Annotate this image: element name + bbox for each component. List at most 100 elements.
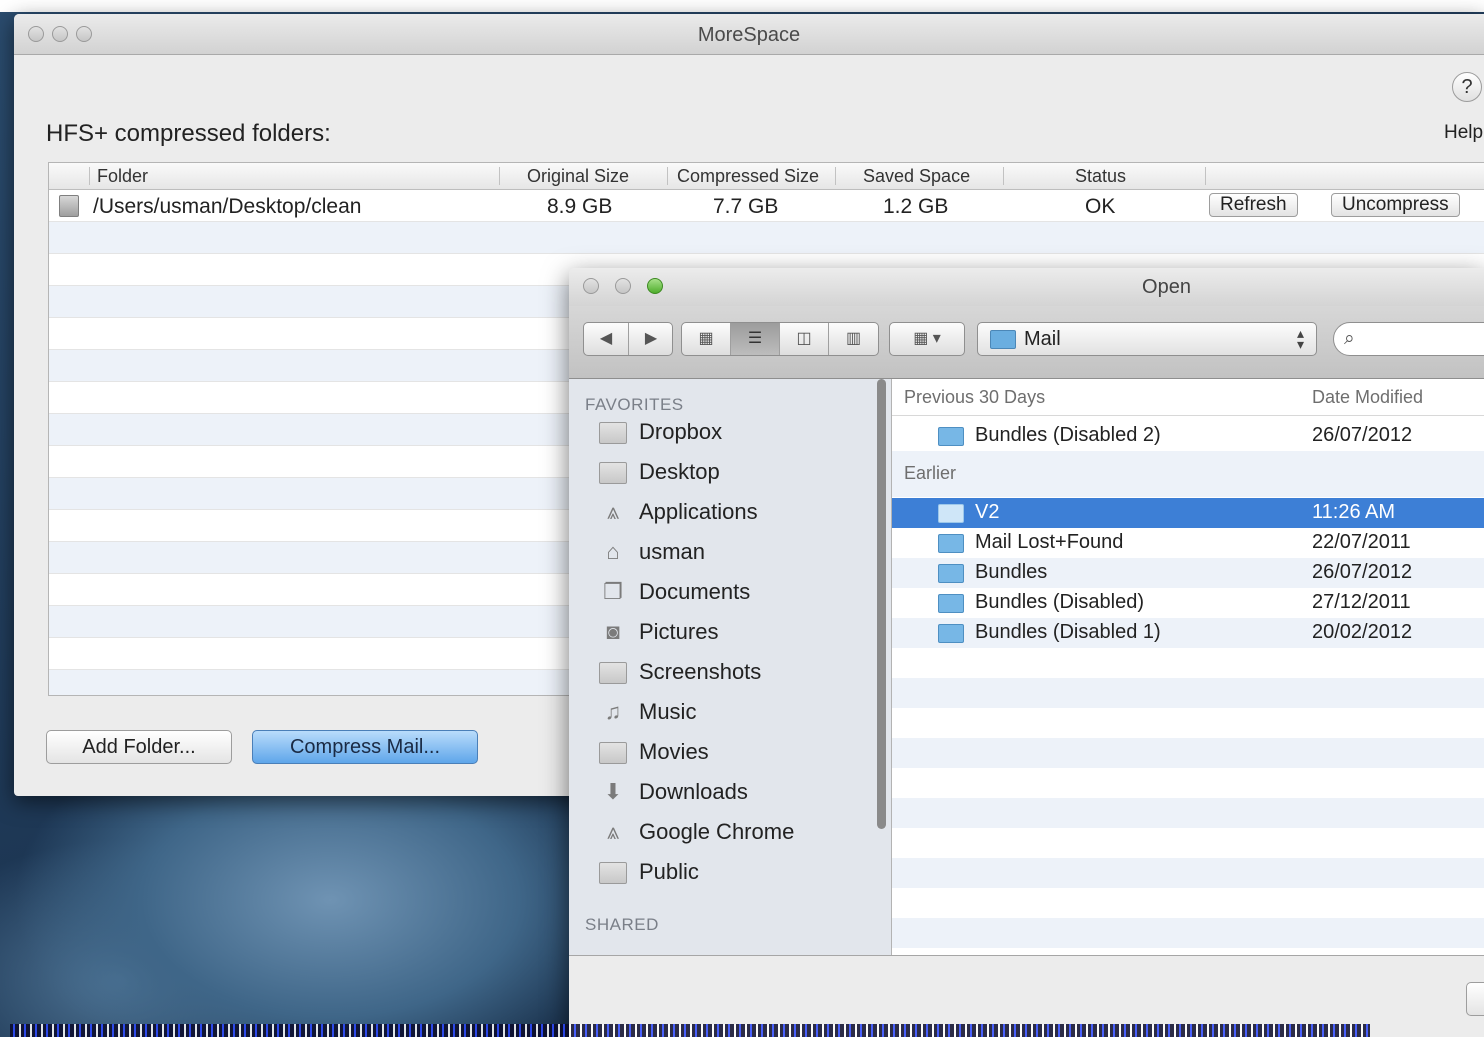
- dialog-toolbar: ◀ ▶ ▦ ☰ ◫ ▥ ▦ ▾ Mail ▴ ▾ ⌕: [569, 306, 1484, 379]
- coverflow-view-icon[interactable]: ▥: [829, 323, 878, 355]
- applications-icon: ⩓: [606, 819, 620, 844]
- download-icon: ⬇: [603, 779, 623, 804]
- arrange-icon: ▦ ▾: [913, 330, 941, 347]
- sidebar-item-downloads[interactable]: ⬇ Downloads: [585, 775, 875, 811]
- sidebar-item-dropbox[interactable]: Dropbox: [585, 415, 875, 451]
- sidebar-item-label: Downloads: [639, 779, 748, 804]
- forward-arrow-icon[interactable]: ▶: [629, 323, 673, 355]
- uncompress-button[interactable]: Uncompress: [1331, 193, 1460, 217]
- sidebar-item-applications[interactable]: ⩓ Applications: [585, 495, 875, 531]
- empty-row: [892, 648, 1484, 678]
- empty-row: [892, 858, 1484, 888]
- list-item[interactable]: Mail Lost+Found 22/07/2011: [892, 528, 1484, 558]
- column-separator: [1205, 167, 1206, 185]
- sidebar-item-movies[interactable]: Movies: [585, 735, 875, 771]
- column-separator: [1003, 167, 1004, 185]
- compress-mail-button[interactable]: Compress Mail...: [252, 730, 478, 764]
- column-separator: [667, 167, 668, 185]
- path-popup[interactable]: Mail ▴ ▾: [977, 322, 1317, 356]
- arrange-menu[interactable]: ▦ ▾: [889, 322, 965, 356]
- column-date-modified[interactable]: Date Modified: [1312, 387, 1423, 408]
- empty-row: [892, 798, 1484, 828]
- empty-row: [892, 888, 1484, 918]
- sidebar-scrollbar[interactable]: [877, 379, 886, 829]
- list-view-icon[interactable]: ☰: [731, 323, 779, 355]
- status-text: OK: [1085, 195, 1116, 218]
- refresh-button[interactable]: Refresh: [1209, 193, 1298, 217]
- sidebar-item-documents[interactable]: ❐ Documents: [585, 575, 875, 611]
- column-view-icon[interactable]: ◫: [780, 323, 828, 355]
- column-original-size[interactable]: Original Size: [527, 165, 629, 187]
- column-separator: [835, 167, 836, 185]
- folder-icon: [599, 662, 627, 684]
- column-separator: [89, 167, 90, 185]
- window-titlebar[interactable]: MoreSpace: [14, 14, 1484, 55]
- file-date: 11:26 AM: [1312, 501, 1396, 523]
- open-dialog: Open ◀ ▶ ▦ ☰ ◫ ▥ ▦ ▾ Mail ▴ ▾ ⌕ FAVORITE…: [569, 268, 1484, 1037]
- list-item[interactable]: Bundles 26/07/2012: [892, 558, 1484, 588]
- file-name: Bundles: [975, 561, 1048, 583]
- view-mode-control: ▦ ☰ ◫ ▥: [681, 322, 879, 356]
- search-icon: ⌕: [1344, 328, 1355, 349]
- folder-icon: [938, 534, 964, 553]
- favorites-header: FAVORITES: [585, 395, 684, 414]
- home-icon: ⌂: [606, 539, 620, 564]
- folder-path: /Users/usman/Desktop/clean: [93, 195, 362, 218]
- add-folder-button[interactable]: Add Folder...: [46, 730, 232, 764]
- dialog-button[interactable]: [1466, 982, 1484, 1016]
- sidebar-item-public[interactable]: Public: [585, 855, 875, 891]
- sidebar-item-label: Applications: [639, 499, 758, 524]
- list-item[interactable]: Bundles (Disabled 2) 26/07/2012: [892, 421, 1484, 451]
- column-status[interactable]: Status: [1075, 165, 1126, 187]
- sidebar-item-usman[interactable]: ⌂ usman: [585, 535, 875, 571]
- empty-row: [892, 828, 1484, 858]
- file-date: 27/12/2011: [1312, 591, 1411, 613]
- list-item[interactable]: Bundles (Disabled) 27/12/2011: [892, 588, 1484, 618]
- film-icon: [599, 742, 627, 764]
- table-row[interactable]: /Users/usman/Desktop/clean 8.9 GB 7.7 GB…: [49, 191, 1484, 221]
- search-input[interactable]: ⌕: [1333, 322, 1484, 356]
- original-size: 8.9 GB: [547, 195, 613, 218]
- help-button[interactable]: ?: [1452, 72, 1482, 102]
- empty-row: [892, 738, 1484, 768]
- file-name: Mail Lost+Found: [975, 531, 1124, 553]
- sidebar-item-pictures[interactable]: ◙ Pictures: [585, 615, 875, 651]
- window-title: MoreSpace: [697, 24, 801, 46]
- column-compressed-size[interactable]: Compressed Size: [677, 165, 819, 187]
- compressed-size: 7.7 GB: [713, 195, 779, 218]
- camera-icon: ◙: [606, 619, 620, 644]
- list-item-selected[interactable]: V2 11:26 AM: [892, 498, 1484, 528]
- sidebar-item-label: Documents: [639, 579, 751, 604]
- dialog-titlebar[interactable]: Open: [569, 268, 1484, 306]
- shared-header: SHARED: [585, 915, 659, 934]
- empty-row: [892, 708, 1484, 738]
- empty-row: [892, 768, 1484, 798]
- sidebar-item-google-chrome[interactable]: ⩓ Google Chrome: [585, 815, 875, 851]
- file-list[interactable]: Previous 30 Days Date Modified Bundles (…: [892, 379, 1484, 955]
- sidebar-item-label: Pictures: [639, 619, 719, 644]
- icon-view-icon[interactable]: ▦: [682, 323, 730, 355]
- column-name[interactable]: Previous 30 Days: [904, 387, 1045, 408]
- help-label: Help: [1444, 122, 1484, 143]
- column-saved-space[interactable]: Saved Space: [863, 165, 970, 187]
- file-date: 22/07/2011: [1312, 531, 1411, 553]
- sidebar-item-label: Movies: [639, 739, 709, 764]
- section-title: HFS+ compressed folders:: [46, 120, 331, 147]
- sidebar-item-music[interactable]: ♫ Music: [585, 695, 875, 731]
- folder-icon: [938, 624, 964, 643]
- menu-bar-edge: [0, 0, 1484, 12]
- list-item[interactable]: Bundles (Disabled 1) 20/02/2012: [892, 618, 1484, 648]
- column-folder[interactable]: Folder: [97, 165, 148, 187]
- sidebar-item-screenshots[interactable]: Screenshots: [585, 655, 875, 691]
- folder-icon: [938, 504, 964, 523]
- back-arrow-icon[interactable]: ◀: [584, 323, 628, 355]
- folder-icon: [938, 564, 964, 583]
- saved-space: 1.2 GB: [883, 195, 949, 218]
- dock-strip: [10, 1024, 1370, 1037]
- group-label-earlier: Earlier: [904, 463, 957, 483]
- sidebar-item-desktop[interactable]: Desktop: [585, 455, 875, 491]
- sidebar-item-label: Public: [639, 859, 699, 884]
- sidebar-item-label: Music: [639, 699, 697, 724]
- folder-icon: [938, 427, 964, 446]
- documents-icon: ❐: [603, 579, 623, 604]
